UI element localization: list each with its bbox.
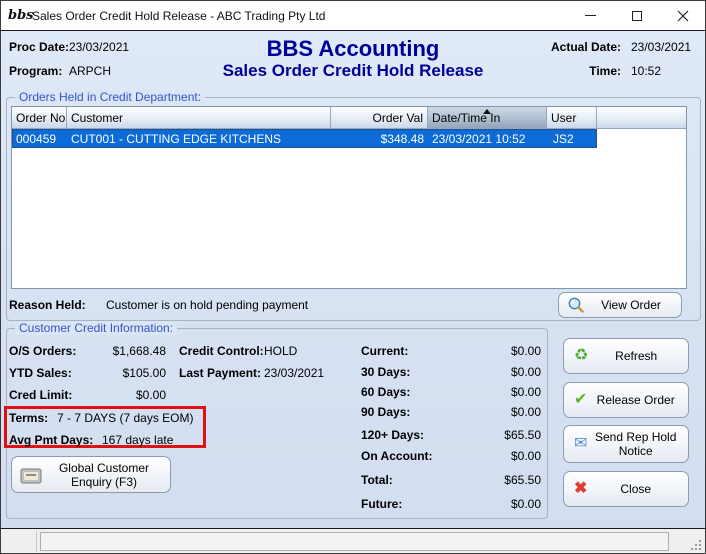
terms-value: 7 - 7 DAYS (7 days EOM) bbox=[57, 411, 194, 425]
time-value: 10:52 bbox=[631, 64, 662, 78]
recycle-icon: ♻ bbox=[574, 347, 589, 364]
column-header-customer[interactable]: Customer bbox=[67, 107, 331, 129]
close-button[interactable]: ✖ Close bbox=[563, 471, 689, 507]
aging-120-value: $65.50 bbox=[504, 428, 541, 442]
resize-grip[interactable] bbox=[690, 539, 703, 552]
send-rep-hold-notice-label: Send Rep Hold Notice bbox=[595, 430, 677, 458]
title-bar: bbs Sales Order Credit Hold Release - AB… bbox=[1, 1, 705, 31]
aging-60-label: 60 Days: bbox=[361, 385, 411, 399]
status-bar-divider bbox=[36, 531, 37, 552]
cred-limit-value: $0.00 bbox=[135, 388, 166, 402]
reason-held-value: Customer is on hold pending payment bbox=[106, 298, 309, 312]
cell-date-time-in: 23/03/2021 10:52 bbox=[432, 131, 526, 146]
aging-60-value: $0.00 bbox=[510, 385, 541, 399]
cell-order-val: $348.48 bbox=[380, 131, 424, 146]
avg-pmt-days-label: Avg Pmt Days: bbox=[9, 433, 94, 447]
avg-pmt-days-value: 167 days late bbox=[102, 433, 174, 447]
app-logo-icon: bbs bbox=[8, 8, 34, 23]
order-row-selected[interactable]: 000459 CUT001 - CUTTING EDGE KITCHENS $3… bbox=[12, 129, 597, 148]
orders-table: Order No Customer Order Val Date/Time In… bbox=[11, 106, 687, 289]
red-x-icon: ✖ bbox=[574, 480, 588, 497]
ytd-sales-value: $105.00 bbox=[122, 366, 166, 380]
refresh-label: Refresh bbox=[615, 349, 658, 363]
column-header-order-no[interactable]: Order No bbox=[12, 107, 67, 129]
last-payment-label: Last Payment: bbox=[179, 366, 262, 380]
release-order-label: Release Order bbox=[596, 393, 675, 407]
cell-order-no: 000459 bbox=[16, 131, 57, 146]
close-icon bbox=[677, 10, 688, 21]
future-label: Future: bbox=[361, 497, 403, 511]
minimize-icon bbox=[585, 15, 596, 16]
aging-current-value: $0.00 bbox=[510, 344, 541, 358]
credit-info-groupbox-title: Customer Credit Information: bbox=[15, 321, 178, 335]
future-value: $0.00 bbox=[510, 497, 541, 511]
magnifier-icon bbox=[568, 297, 584, 313]
maximize-icon bbox=[631, 10, 642, 21]
close-window-button[interactable] bbox=[660, 1, 705, 30]
orders-groupbox-title: Orders Held in Credit Department: bbox=[15, 90, 206, 104]
close-label: Close bbox=[620, 482, 652, 496]
column-header-order-val[interactable]: Order Val bbox=[331, 107, 428, 129]
column-header-date-time-in[interactable]: Date/Time In bbox=[428, 107, 547, 129]
aging-30-value: $0.00 bbox=[510, 365, 541, 379]
time-label: Time: bbox=[589, 64, 621, 78]
status-bar-panel bbox=[40, 532, 669, 551]
send-rep-hold-notice-button[interactable]: ✉ Send Rep Hold Notice bbox=[563, 425, 689, 463]
refresh-button[interactable]: ♻ Refresh bbox=[563, 338, 689, 374]
credit-control-label: Credit Control: bbox=[179, 344, 264, 358]
aging-current-label: Current: bbox=[361, 344, 409, 358]
actual-date-label: Actual Date: bbox=[550, 40, 621, 54]
envelope-icon: ✉ bbox=[574, 435, 588, 452]
window-title: Sales Order Credit Hold Release - ABC Tr… bbox=[32, 9, 326, 23]
aging-90-value: $0.00 bbox=[510, 405, 541, 419]
release-order-button[interactable]: ✔ Release Order bbox=[563, 382, 689, 418]
view-order-button[interactable]: View Order bbox=[558, 292, 682, 318]
cell-customer: CUT001 - CUTTING EDGE KITCHENS bbox=[71, 131, 282, 146]
column-header-filler bbox=[597, 107, 686, 129]
os-orders-value: $1,668.48 bbox=[112, 344, 166, 358]
view-order-label: View Order bbox=[601, 298, 661, 312]
sort-ascending-icon bbox=[483, 109, 491, 114]
status-bar bbox=[1, 528, 705, 553]
column-header-user[interactable]: User bbox=[547, 107, 597, 129]
cell-user: JS2 bbox=[553, 131, 574, 146]
aging-90-label: 90 Days: bbox=[361, 405, 411, 419]
terms-label: Terms: bbox=[9, 411, 49, 425]
card-file-icon bbox=[20, 468, 42, 483]
checkmark-icon: ✔ bbox=[574, 391, 588, 408]
maximize-button[interactable] bbox=[614, 1, 659, 30]
total-label: Total: bbox=[361, 473, 393, 487]
global-customer-enquiry-button[interactable]: Global Customer Enquiry (F3) bbox=[11, 456, 171, 493]
actual-date-value: 23/03/2021 bbox=[631, 40, 692, 54]
aging-30-label: 30 Days: bbox=[361, 365, 411, 379]
reason-held-label: Reason Held: bbox=[9, 298, 86, 312]
aging-120-label: 120+ Days: bbox=[361, 428, 425, 442]
app-window: bbs Sales Order Credit Hold Release - AB… bbox=[0, 0, 706, 554]
last-payment-value: 23/03/2021 bbox=[264, 366, 325, 380]
global-customer-enquiry-label: Global Customer Enquiry (F3) bbox=[58, 460, 150, 489]
credit-control-value: HOLD bbox=[264, 344, 298, 358]
orders-table-header: Order No Customer Order Val Date/Time In… bbox=[12, 107, 686, 129]
on-account-value: $0.00 bbox=[510, 449, 541, 463]
minimize-button[interactable] bbox=[568, 1, 613, 30]
total-value: $65.50 bbox=[504, 473, 541, 487]
